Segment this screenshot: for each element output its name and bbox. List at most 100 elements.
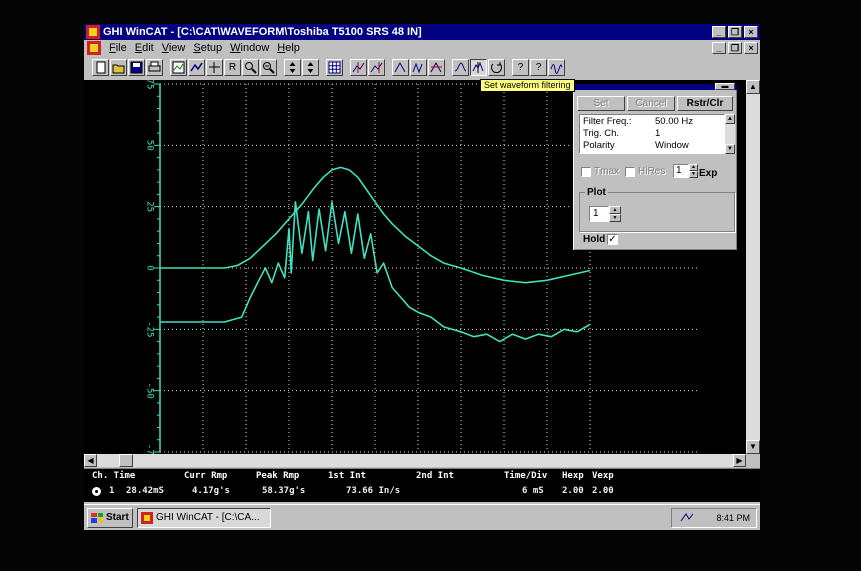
menu-setup[interactable]: Setup [189,42,226,54]
param-scroll-up-icon[interactable]: ▲ [725,114,735,124]
view3-icon[interactable] [206,58,223,76]
param-name: Trig. Ch. [583,128,620,139]
exp-input[interactable]: 1 [673,164,689,178]
new-icon[interactable] [92,58,109,76]
taskbar-item-label: GHI WinCAT - [C:\CA... [156,512,260,523]
vertical-scrollbar[interactable]: ▲ ▼ [746,80,760,454]
menu-view[interactable]: View [158,42,190,54]
filter-window-menu-icon[interactable]: ▬ [715,83,735,90]
wave4-icon[interactable] [452,58,469,76]
param-name: Filter Freq.: [583,116,632,127]
open-icon[interactable] [110,58,127,76]
value-time: 28.42mS [126,486,164,496]
refresh-icon[interactable] [488,58,505,76]
zoom-out-icon[interactable] [260,58,277,76]
hires-label: HiRes [638,166,666,177]
wave3-icon[interactable] [428,58,445,76]
hires-checkbox[interactable]: HiRes [625,166,665,177]
exp-up-icon[interactable]: ▲ [689,164,698,171]
document-icon[interactable] [87,41,101,55]
menu-help[interactable]: Help [273,42,304,54]
header-peak-rmp: Peak Rmp [256,471,300,481]
hold-checkbox[interactable]: ✓ [607,234,618,245]
cursor1-icon[interactable] [350,58,367,76]
readout-data-row[interactable]: 1 28.42mS 4.17g's 58.37g's 73.66 In/s 6 … [84,486,760,498]
filter-window-titlebar[interactable]: ▬ [573,83,737,90]
tray-volume-icon[interactable] [680,512,694,524]
hold-label: Hold [583,234,606,245]
r-icon[interactable]: R [224,58,241,76]
close-button[interactable]: × [744,26,758,38]
minimize-button[interactable]: _ [712,26,726,38]
tmax-checkbox[interactable]: Tmax [581,166,619,177]
param-value: Window [655,140,689,151]
menu-edit[interactable]: Edit [131,42,158,54]
menu-window[interactable]: Window [226,42,273,54]
view1-icon[interactable] [170,58,187,76]
scroll-right-icon[interactable]: ▶ [733,454,746,467]
clock[interactable]: 8:41 PM [716,513,750,523]
channel-radio-icon[interactable] [92,486,101,498]
exp-down-icon[interactable]: ▼ [689,171,698,178]
plot-number-input[interactable]: 1 [589,206,609,222]
app-icon[interactable] [86,25,100,39]
title-bar[interactable]: GHI WinCAT - [C:\CAT\WAVEFORM\Toshiba T5… [84,24,760,40]
help-icon[interactable]: ? [512,58,529,76]
save-icon[interactable] [128,58,145,76]
exp-spinner[interactable]: ▲ ▼ [689,164,698,178]
up-down-icon[interactable] [284,58,301,76]
wave2-icon[interactable] [410,58,427,76]
doc-restore-button[interactable]: ❐ [728,42,742,54]
header-curr-rmp: Curr Rmp [184,471,228,481]
grid-icon[interactable] [326,58,343,76]
plot-spinner[interactable]: ▲ ▼ [609,206,621,222]
plot-up-icon[interactable]: ▲ [609,206,621,214]
cursor2-icon[interactable] [368,58,385,76]
cancel-button[interactable]: Cancel [627,96,675,111]
value-curr-rmp: 4.17g's [192,486,230,496]
zoom-in-icon[interactable] [242,58,259,76]
cursor-readout-panel: Ch. Time Curr Rmp Peak Rmp 1st Int 2nd I… [84,468,760,502]
param-value: 50.00 Hz [655,116,694,127]
plot-down-icon[interactable]: ▼ [609,214,621,222]
horizontal-scrollbar[interactable]: ◀ ▶ [84,454,746,467]
param-row-filter-freq[interactable]: Filter Freq.: 50.00 Hz [583,116,723,127]
vertical-scroll-track[interactable] [746,94,760,440]
doc-minimize-button[interactable]: _ [712,42,726,54]
param-list-scrollbar[interactable]: ▲ ▼ [725,114,735,154]
menu-bar: File Edit View Setup Window Help _ ❐ × [84,40,760,56]
set-button[interactable]: Set [577,96,625,111]
taskbar: Start GHI WinCAT - [C:\CA... 8:41 PM [84,504,760,530]
start-label: Start [106,512,129,523]
menu-file[interactable]: File [105,42,131,54]
doc-close-button[interactable]: × [744,42,758,54]
scroll-left-icon[interactable]: ◀ [84,454,97,467]
param-scroll-down-icon[interactable]: ▼ [725,144,735,154]
context-help-icon[interactable]: ? [530,58,547,76]
header-time-div: Time/Div [504,471,548,481]
app-icon [141,511,153,524]
horizontal-scroll-thumb[interactable] [119,454,133,467]
scroll-down-icon[interactable]: ▼ [746,440,760,454]
restore-clear-button[interactable]: Rstr/Clr [677,96,733,111]
param-row-polarity[interactable]: Polarity Window [583,140,723,151]
about-icon[interactable] [548,58,565,76]
view2-icon[interactable] [188,58,205,76]
header-ch-time: Ch. Time [92,471,136,481]
up-down-icon-2[interactable] [302,58,319,76]
print-icon[interactable] [146,58,163,76]
wave1-icon[interactable] [392,58,409,76]
horizontal-scroll-track[interactable] [133,454,733,467]
y-tick-label: -75 [145,444,155,454]
restore-button[interactable]: ❐ [728,26,742,38]
scroll-up-icon[interactable]: ▲ [746,80,760,94]
start-button[interactable]: Start [87,507,133,528]
param-row-trig-ch[interactable]: Trig. Ch. 1 [583,128,723,139]
window-title: GHI WinCAT - [C:\CAT\WAVEFORM\Toshiba T5… [103,26,422,38]
y-tick-label: 0 [145,265,155,270]
filter-parameter-list[interactable]: Filter Freq.: 50.00 Hz Trig. Ch. 1 Polar… [579,114,725,154]
filter-settings-window: ▬ Set Cancel Rstr/Clr Filter Freq.: 50.0… [572,83,738,251]
param-name: Polarity [583,140,615,151]
filter-icon[interactable] [470,58,487,76]
taskbar-item-wincat[interactable]: GHI WinCAT - [C:\CA... [137,507,271,528]
